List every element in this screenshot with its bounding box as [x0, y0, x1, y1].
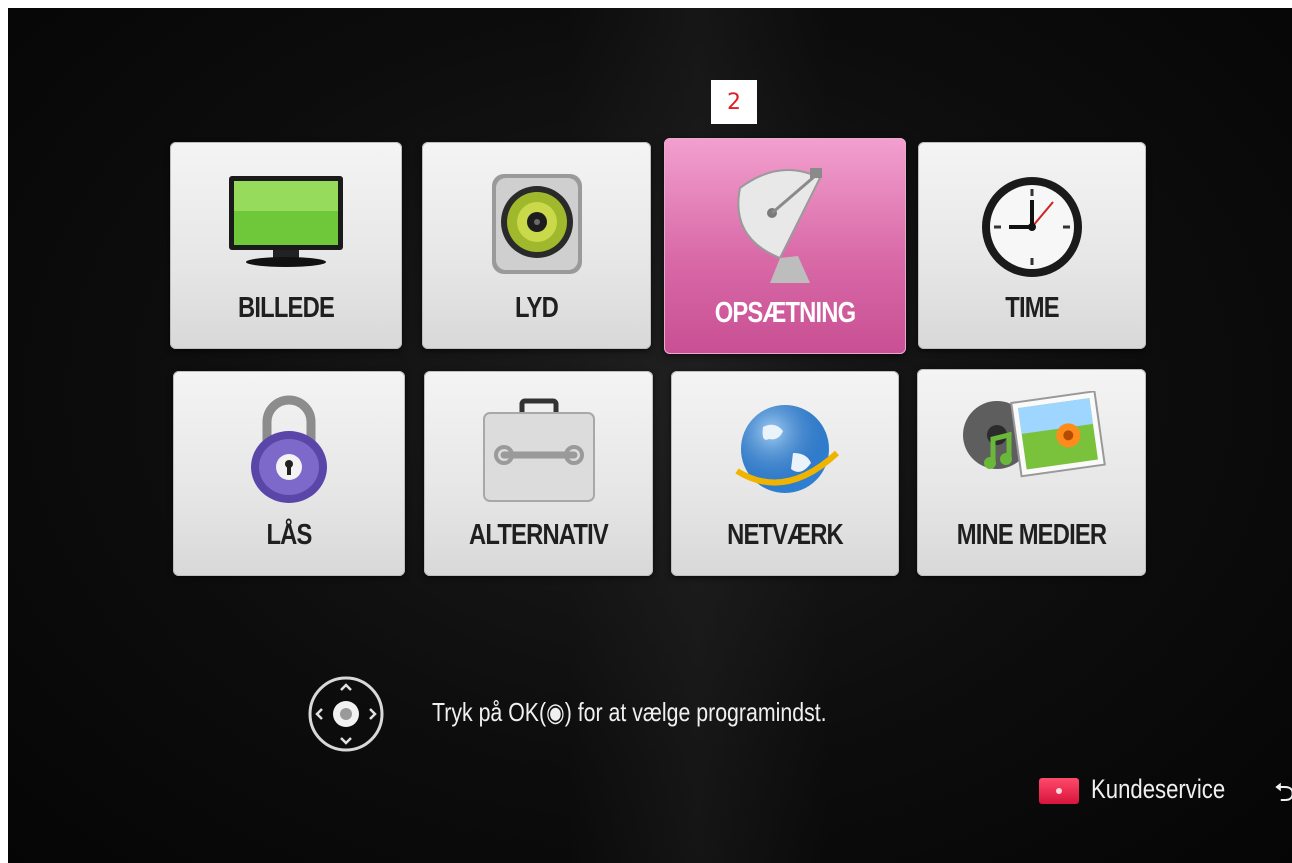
tile-mine-medier[interactable]: MINE MEDIER [917, 369, 1146, 576]
padlock-icon [239, 387, 339, 512]
tile-label: LYD [515, 292, 559, 324]
globe-icon [725, 391, 845, 516]
tv-icon [221, 172, 351, 277]
tile-label: MINE MEDIER [956, 519, 1107, 551]
navigation-hint [304, 676, 388, 752]
tile-label: OPSÆTNING [714, 297, 856, 329]
step-marker: 2 [711, 80, 757, 124]
media-icon [957, 390, 1107, 496]
satellite-dish-icon [720, 158, 850, 293]
hint-text: Tryk på OK(◉) for at vælge programindst. [432, 697, 827, 727]
red-button-icon[interactable] [1039, 778, 1079, 804]
tile-label: TIME [1005, 292, 1059, 324]
tile-label: ALTERNATIV [469, 519, 609, 551]
tile-label: NETVÆRK [727, 519, 844, 551]
tile-netvaerk[interactable]: NETVÆRK [671, 371, 899, 576]
tile-billede[interactable]: BILLEDE [170, 142, 402, 349]
tile-las[interactable]: LÅS [173, 371, 405, 576]
tv-screen: 2 BILLEDE LYD OPSÆTNING TIME LÅS ALTERNA… [8, 8, 1292, 863]
speaker-icon [482, 172, 592, 287]
tile-alternativ[interactable]: ALTERNATIV [424, 371, 653, 576]
dpad-icon [308, 676, 384, 752]
clock-icon [977, 172, 1087, 287]
tile-opsaetning[interactable]: OPSÆTNING [664, 138, 906, 354]
tile-lyd[interactable]: LYD [422, 142, 651, 349]
tile-time[interactable]: TIME [918, 142, 1146, 349]
back-icon[interactable]: ⮌ [1274, 774, 1292, 818]
toolbox-icon [474, 397, 604, 512]
tile-label: LÅS [266, 519, 312, 551]
tile-label: BILLEDE [238, 292, 335, 324]
customer-service-label[interactable]: Kundeservice [1091, 774, 1225, 805]
